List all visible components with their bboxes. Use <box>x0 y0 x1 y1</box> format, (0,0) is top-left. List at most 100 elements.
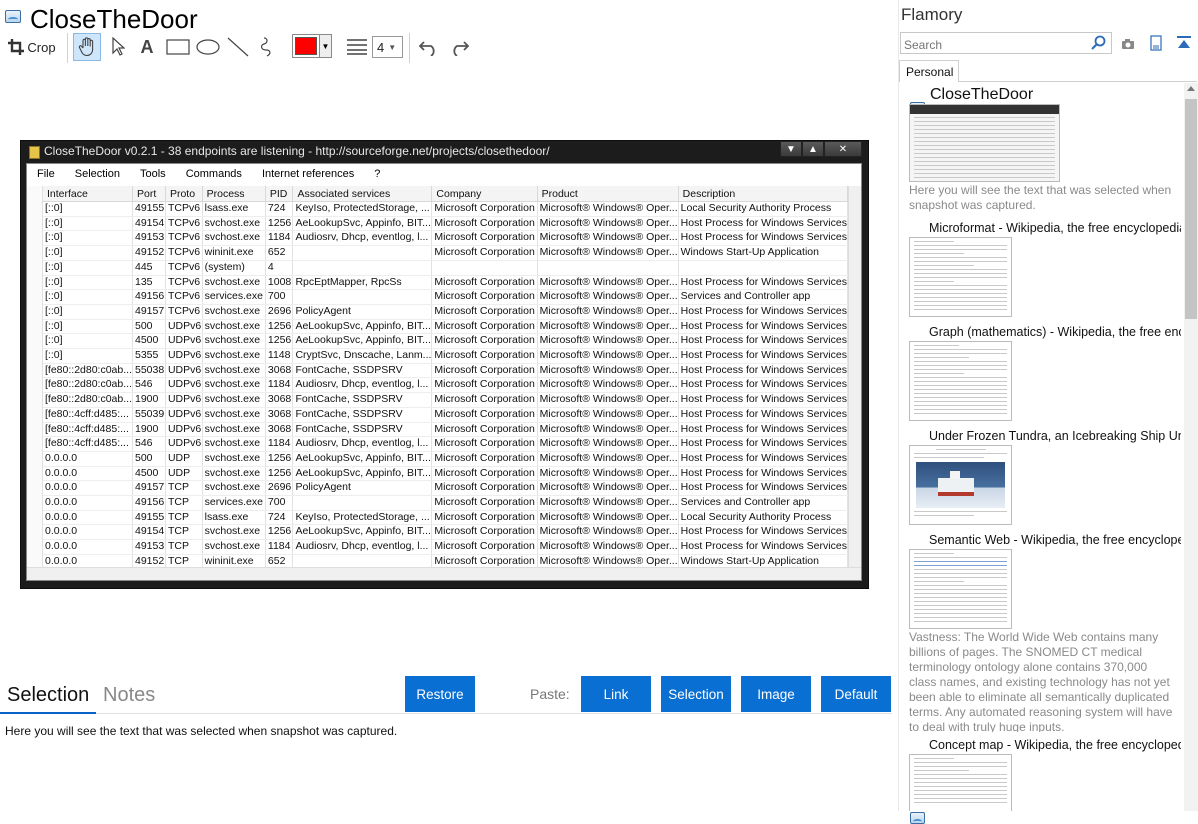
scroll-up-icon[interactable] <box>1187 86 1195 91</box>
tab-personal[interactable]: Personal <box>899 60 959 82</box>
rectangle-tool-button[interactable] <box>164 33 192 61</box>
table-cell: Microsoft Corporation <box>431 348 538 364</box>
table-cell: Host Process for Windows Services <box>678 539 848 555</box>
table-cell <box>292 245 433 261</box>
collapse-panel-icon[interactable] <box>1176 36 1192 55</box>
snapshot-item-title[interactable]: Concept map - Wikipedia, the free encycl… <box>929 738 1181 752</box>
table-cell: [::0] <box>43 275 133 291</box>
snapshot-menu-item: Tools <box>140 168 166 180</box>
snapshot-thumbnail[interactable] <box>909 549 1012 629</box>
hand-icon <box>78 37 96 57</box>
selection-text[interactable]: Here you will see the text that was sele… <box>5 724 397 738</box>
table-cell: [fe80::2d80:c0ab... <box>43 392 133 408</box>
snapshot-table: Interface Port Proto Process PID Associated s… <box>43 186 848 567</box>
snapshot-item-title[interactable]: Microformat - Wikipedia, the free encycl… <box>929 221 1181 235</box>
table-cell: TCPv6 <box>165 201 203 217</box>
table-cell: Microsoft® Windows® Oper... <box>537 201 679 217</box>
table-cell: Microsoft Corporation <box>431 422 538 438</box>
table-cell: Local Security Authority Process <box>678 510 848 526</box>
restore-button[interactable]: Restore <box>405 676 475 712</box>
table-row: 0.0.0.0 49154 TCP svchost.exe 1256 AeLookupSv… <box>43 524 848 541</box>
table-cell: 1256 <box>265 216 294 232</box>
hand-tool-button[interactable] <box>73 33 101 61</box>
snapshot-thumbnail[interactable] <box>909 104 1060 182</box>
table-cell: 546 <box>132 377 166 394</box>
table-cell: [fe80::2d80:c0ab... <box>43 363 133 379</box>
pen-icon <box>259 36 277 58</box>
document-icon[interactable] <box>1150 35 1162 56</box>
table-cell: Microsoft Corporation <box>431 554 538 567</box>
color-picker[interactable]: ▼ <box>292 34 332 58</box>
table-cell: AeLookupSvc, Appinfo, BIT... <box>292 451 433 467</box>
endpoints-table: Interface Port Proto Process PID Associated s… <box>43 186 848 567</box>
table-cell: 0.0.0.0 <box>43 554 133 567</box>
table-cell: [::0] <box>43 348 133 364</box>
window-app-icon <box>29 146 40 159</box>
table-cell: svchost.exe <box>202 304 266 320</box>
snapshot-thumbnail[interactable] <box>909 754 1012 811</box>
table-row: [fe80::2d80:c0ab... 55038 UDPv6 svchost.exe… <box>43 363 848 379</box>
table-cell: 0.0.0.0 <box>43 539 133 555</box>
table-cell: AeLookupSvc, Appinfo, BIT... <box>292 524 433 541</box>
table-cell: svchost.exe <box>202 275 266 291</box>
table-cell: Host Process for Windows Services <box>678 333 848 350</box>
line-width-select[interactable]: 4 ▼ <box>372 36 403 58</box>
snapshot-thumbnail[interactable] <box>909 341 1012 421</box>
table-cell: 546 <box>132 436 166 452</box>
snapshot-item-title[interactable]: Under Frozen Tundra, an Icebreaking Ship… <box>929 429 1181 443</box>
search-icon[interactable] <box>1091 35 1106 55</box>
table-cell: 1900 <box>132 422 166 438</box>
table-row: 0.0.0.0 49153 TCP svchost.exe 1184 Audiosrv, … <box>43 539 848 555</box>
undo-icon <box>418 38 440 56</box>
column-header: PID <box>265 186 294 202</box>
snapshot-item-title[interactable]: CloseTheDoor <box>930 86 1180 104</box>
table-cell: Microsoft® Windows® Oper... <box>537 510 679 526</box>
table-row: [::0] 4500 UDPv6 svchost.exe 1256 AeLookupSvc… <box>43 333 848 350</box>
table-cell: Microsoft® Windows® Oper... <box>537 436 679 452</box>
paste-default-button[interactable]: Default <box>821 676 891 712</box>
table-cell: lsass.exe <box>202 201 266 217</box>
search-input[interactable] <box>900 32 1112 54</box>
tab-notes[interactable]: Notes <box>103 684 155 707</box>
snapshot-vertical-scrollbar <box>848 186 861 567</box>
snapshot-thumbnail[interactable] <box>909 237 1012 317</box>
snapshot-item-title[interactable]: Graph (mathematics) - Wikipedia, the fre… <box>929 325 1181 339</box>
paste-link-button[interactable]: Link <box>581 676 651 712</box>
tab-selection[interactable]: Selection <box>7 684 89 707</box>
table-cell: Microsoft® Windows® Oper... <box>537 363 679 379</box>
line-tool-button[interactable] <box>225 33 251 61</box>
snapshot-menu-item: ? <box>374 168 381 180</box>
snapshot-item-title[interactable]: Semantic Web - Wikipedia, the free encyc… <box>929 533 1181 547</box>
redo-button[interactable] <box>446 33 472 61</box>
table-cell: Windows Start-Up Application <box>678 245 848 261</box>
camera-icon[interactable] <box>1121 37 1135 55</box>
ellipse-tool-button[interactable] <box>194 33 222 61</box>
table-cell: Microsoft Corporation <box>431 333 538 350</box>
table-cell: Host Process for Windows Services <box>678 480 848 497</box>
table-cell: 1008 <box>265 275 294 291</box>
table-row: 0.0.0.0 49155 TCP lsass.exe 724 KeyIso, Prote… <box>43 510 848 526</box>
table-cell: 3068 <box>265 422 294 438</box>
table-cell: Microsoft® Windows® Oper... <box>537 319 679 335</box>
chevron-down-icon: ▼ <box>319 35 331 57</box>
table-row: [fe80::4cff:d485:... 1900 UDPv6 svchost.exe… <box>43 422 848 438</box>
table-cell: svchost.exe <box>202 363 266 379</box>
table-cell: [::0] <box>43 216 133 232</box>
panel-scrollbar-thumb[interactable] <box>1185 99 1197 319</box>
text-tool-button[interactable]: A <box>135 33 159 61</box>
snapshot-thumbnail[interactable] <box>909 445 1012 525</box>
table-cell: TCPv6 <box>165 260 203 276</box>
table-cell: 49153 <box>132 539 166 555</box>
paste-image-button[interactable]: Image <box>741 676 811 712</box>
table-cell: svchost.exe <box>202 422 266 438</box>
freehand-tool-button[interactable] <box>255 33 281 61</box>
pointer-tool-button[interactable] <box>106 33 130 61</box>
table-row: [::0] 5355 UDPv6 svchost.exe 1148 CryptSvc, D… <box>43 348 848 364</box>
paste-selection-button[interactable]: Selection <box>661 676 731 712</box>
table-cell: 4500 <box>132 333 166 350</box>
crop-button[interactable]: Crop <box>6 33 58 61</box>
undo-button[interactable] <box>416 33 442 61</box>
table-cell: Host Process for Windows Services <box>678 304 848 320</box>
line-width-button[interactable] <box>344 33 370 61</box>
table-cell: Host Process for Windows Services <box>678 436 848 452</box>
